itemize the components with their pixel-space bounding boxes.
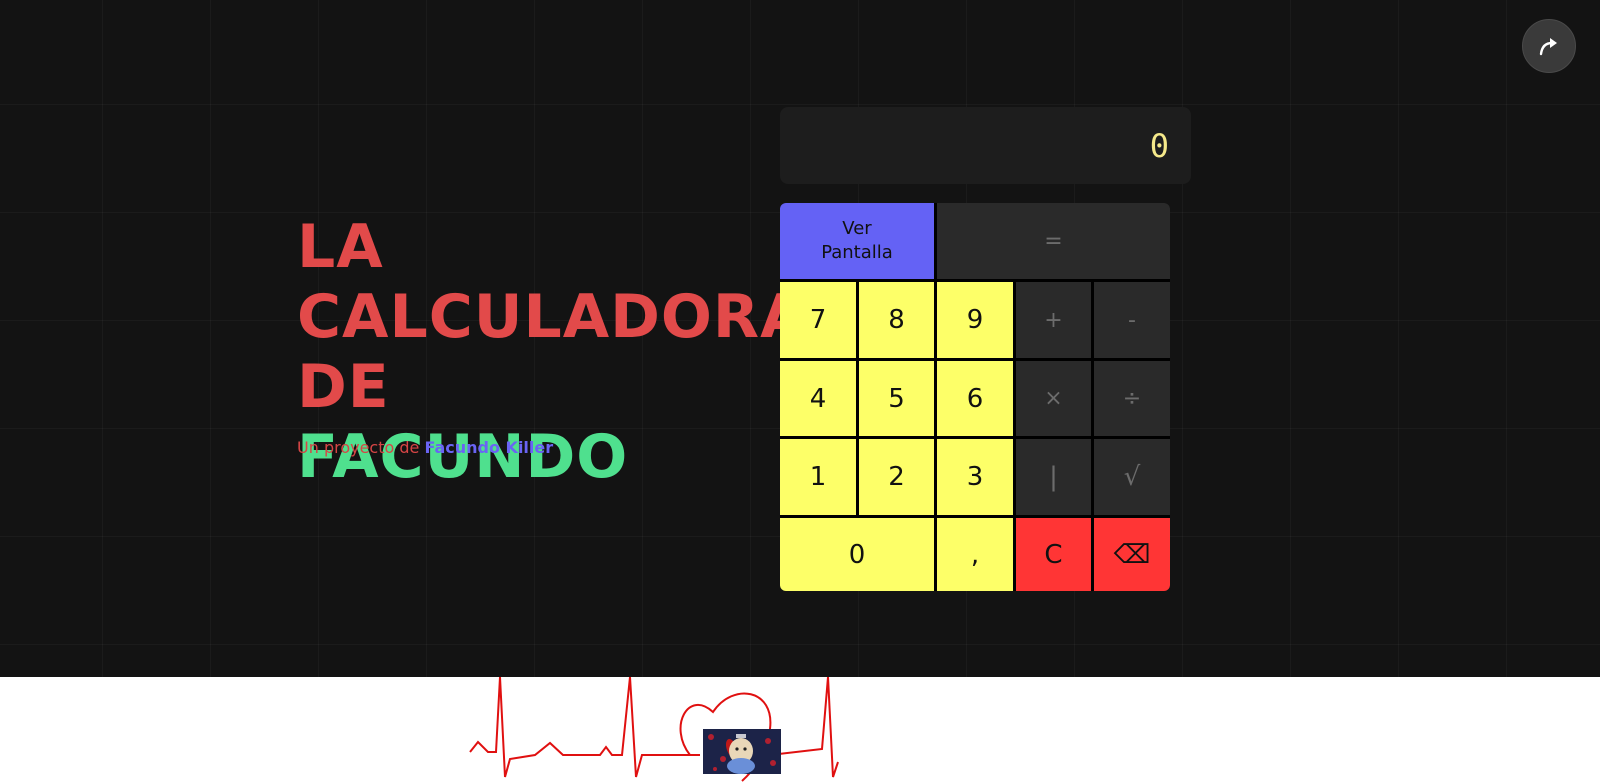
multiply-button[interactable]: × bbox=[1016, 361, 1091, 436]
key-9[interactable]: 9 bbox=[937, 282, 1013, 358]
subtitle: Un proyecto de Facundo Killer bbox=[297, 438, 553, 457]
subtitle-prefix: Un proyecto de bbox=[297, 438, 420, 457]
view-screen-label-line2: Pantalla bbox=[821, 242, 893, 263]
key-4[interactable]: 4 bbox=[780, 361, 856, 436]
backspace-button[interactable]: ⌫ bbox=[1094, 518, 1170, 591]
title-accent-name: FACUNDO bbox=[297, 422, 629, 492]
comma-button[interactable]: , bbox=[937, 518, 1013, 591]
calculator-display: 0 bbox=[780, 107, 1191, 184]
photo-image bbox=[703, 729, 781, 774]
backspace-icon: ⌫ bbox=[1113, 539, 1151, 570]
view-screen-label: Ver Pantalla bbox=[821, 217, 893, 265]
heartbeat-line bbox=[469, 677, 839, 782]
key-0[interactable]: 0 bbox=[780, 518, 934, 591]
key-8[interactable]: 8 bbox=[859, 282, 934, 358]
author-link[interactable]: Facundo Killer bbox=[424, 438, 553, 457]
share-arrow-icon bbox=[1539, 38, 1557, 56]
sqrt-button[interactable]: √ bbox=[1094, 439, 1170, 515]
title-line-3-prefix: DE bbox=[297, 352, 390, 422]
key-5[interactable]: 5 bbox=[859, 361, 934, 436]
footer-decoration bbox=[0, 677, 1600, 782]
key-7[interactable]: 7 bbox=[780, 282, 856, 358]
plus-button[interactable]: + bbox=[1016, 282, 1091, 358]
view-screen-label-line1: Ver bbox=[842, 218, 872, 239]
minus-button[interactable]: - bbox=[1094, 282, 1170, 358]
view-screen-button[interactable]: Ver Pantalla bbox=[780, 203, 934, 279]
calculator-keypad: Ver Pantalla = 7 8 9 + - 4 5 6 × ÷ 1 2 3… bbox=[780, 203, 1170, 591]
equals-button[interactable]: = bbox=[937, 203, 1170, 279]
display-value: 0 bbox=[1149, 126, 1169, 165]
clear-button[interactable]: C bbox=[1016, 518, 1091, 591]
divide-button[interactable]: ÷ bbox=[1094, 361, 1170, 436]
key-2[interactable]: 2 bbox=[859, 439, 934, 515]
title-line-1: LA bbox=[297, 212, 384, 282]
bar-button[interactable]: | bbox=[1016, 439, 1091, 515]
title-line-2: CALCULADORA bbox=[297, 282, 808, 352]
facundo-photo bbox=[703, 729, 781, 774]
key-6[interactable]: 6 bbox=[937, 361, 1013, 436]
key-3[interactable]: 3 bbox=[937, 439, 1013, 515]
key-1[interactable]: 1 bbox=[780, 439, 856, 515]
share-button[interactable] bbox=[1522, 19, 1576, 73]
